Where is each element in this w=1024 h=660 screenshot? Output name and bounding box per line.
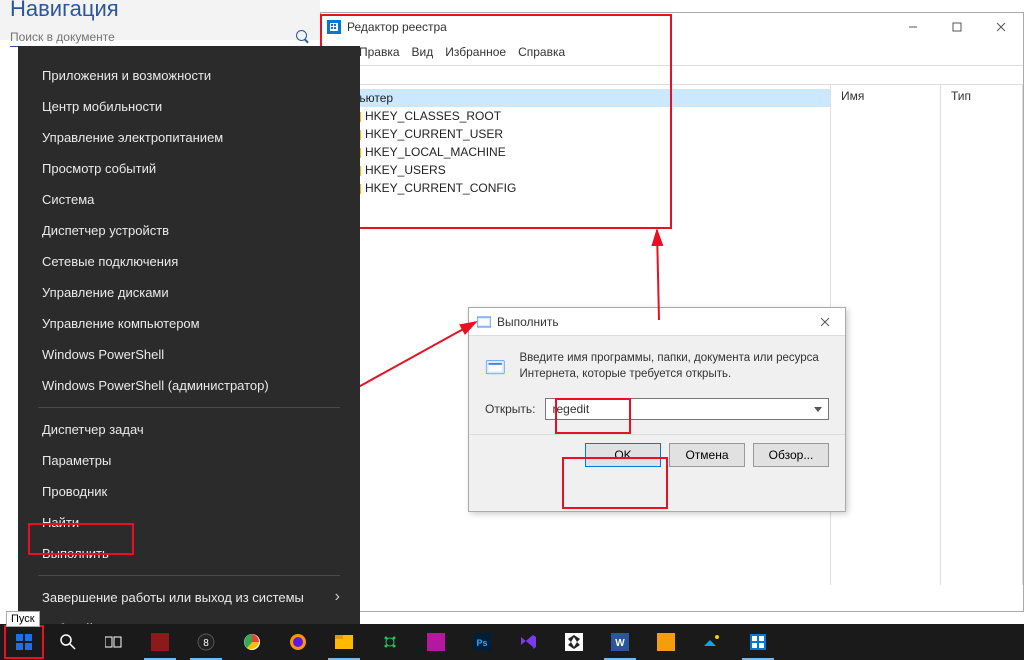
regedit-app-icon (327, 20, 341, 34)
col-type[interactable]: Тип (941, 85, 1023, 585)
tree-hive[interactable]: ›HKEY_CLASSES_ROOT (321, 107, 830, 125)
word-navigation-panel: Навигация (0, 0, 320, 40)
menu-mobility-center[interactable]: Центр мобильности (18, 91, 360, 122)
taskbar-search-icon[interactable] (46, 624, 90, 660)
menu-event-viewer[interactable]: Просмотр событий (18, 153, 360, 184)
taskbar-app-icon[interactable] (368, 624, 412, 660)
start-tooltip: Пуск (6, 611, 40, 627)
taskbar-explorer-icon[interactable] (322, 624, 366, 660)
menu-view[interactable]: Вид (412, 45, 434, 59)
taskbar-app-icon[interactable]: 8 (184, 624, 228, 660)
regedit-window-title: Редактор реестра (347, 20, 447, 34)
run-prompt-text: Введите имя программы, папки, документа … (519, 350, 829, 384)
menu-device-manager[interactable]: Диспетчер устройств (18, 215, 360, 246)
taskbar-app-icon[interactable] (690, 624, 734, 660)
ok-button[interactable]: OK (585, 443, 661, 467)
menu-settings[interactable]: Параметры (18, 445, 360, 476)
tree-hive[interactable]: ›HKEY_CURRENT_CONFIG (321, 179, 830, 197)
menu-favorites[interactable]: Избранное (445, 45, 506, 59)
search-icon[interactable] (296, 30, 310, 44)
menu-separator (38, 575, 340, 576)
menu-search[interactable]: Найти (18, 507, 360, 538)
taskbar: 8 Ps W (0, 624, 1024, 660)
menu-powershell[interactable]: Windows PowerShell (18, 339, 360, 370)
taskbar-unity-icon[interactable] (552, 624, 596, 660)
minimize-button[interactable] (891, 13, 935, 41)
tree-hive[interactable]: ›HKEY_LOCAL_MACHINE (321, 143, 830, 161)
close-button[interactable] (805, 308, 845, 336)
start-button[interactable] (4, 625, 44, 659)
col-name[interactable]: Имя (831, 85, 941, 585)
menu-separator (38, 407, 340, 408)
taskbar-firefox-icon[interactable] (276, 624, 320, 660)
menu-apps-features[interactable]: Приложения и возможности (18, 60, 360, 91)
run-dialog-title: Выполнить (497, 315, 559, 329)
close-button[interactable] (979, 13, 1023, 41)
address-bar[interactable]: ютер (321, 66, 1023, 85)
tree-hive[interactable]: ›HKEY_CURRENT_USER (321, 125, 830, 143)
run-app-icon (477, 315, 491, 329)
tree-hive[interactable]: ›HKEY_USERS (321, 161, 830, 179)
menu-edit[interactable]: Правка (359, 45, 400, 59)
taskbar-word-icon[interactable]: W (598, 624, 642, 660)
menu-shutdown[interactable]: Завершение работы или выход из системы (18, 582, 360, 613)
menu-network-connections[interactable]: Сетевые подключения (18, 246, 360, 277)
svg-text:Ps: Ps (476, 638, 487, 648)
menu-powershell-admin[interactable]: Windows PowerShell (администратор) (18, 370, 360, 401)
taskbar-chrome-icon[interactable] (230, 624, 274, 660)
menu-power-options[interactable]: Управление электропитанием (18, 122, 360, 153)
menu-disk-management[interactable]: Управление дисками (18, 277, 360, 308)
taskbar-regedit-icon[interactable] (736, 624, 780, 660)
taskbar-app-icon[interactable] (138, 624, 182, 660)
menu-system[interactable]: Система (18, 184, 360, 215)
taskbar-visualstudio-icon[interactable] (506, 624, 550, 660)
run-dialog: Выполнить Введите имя программы, папки, … (468, 307, 846, 512)
taskbar-app-icon[interactable] (414, 624, 458, 660)
svg-text:8: 8 (203, 638, 209, 649)
open-value: regedit (552, 402, 589, 416)
nav-search-input[interactable] (10, 28, 296, 46)
taskbar-app-icon[interactable] (644, 624, 688, 660)
maximize-button[interactable] (935, 13, 979, 41)
browse-button[interactable]: Обзор... (753, 443, 829, 467)
start-context-menu: Приложения и возможности Центр мобильнос… (18, 46, 360, 626)
chevron-down-icon[interactable] (812, 403, 824, 415)
taskbar-photoshop-icon[interactable]: Ps (460, 624, 504, 660)
menu-run[interactable]: Выполнить (18, 538, 360, 569)
menu-computer-management[interactable]: Управление компьютером (18, 308, 360, 339)
menu-task-manager[interactable]: Диспетчер задач (18, 414, 360, 445)
svg-text:W: W (615, 638, 625, 649)
open-combobox[interactable]: regedit (545, 398, 829, 420)
cancel-button[interactable]: Отмена (669, 443, 745, 467)
menu-explorer[interactable]: Проводник (18, 476, 360, 507)
taskbar-taskview-icon[interactable] (92, 624, 136, 660)
open-label: Открыть: (485, 402, 535, 416)
nav-title: Навигация (10, 0, 310, 22)
run-large-icon (485, 350, 505, 384)
tree-root[interactable]: ▾Компьютер (321, 89, 830, 107)
menu-help[interactable]: Справка (518, 45, 565, 59)
